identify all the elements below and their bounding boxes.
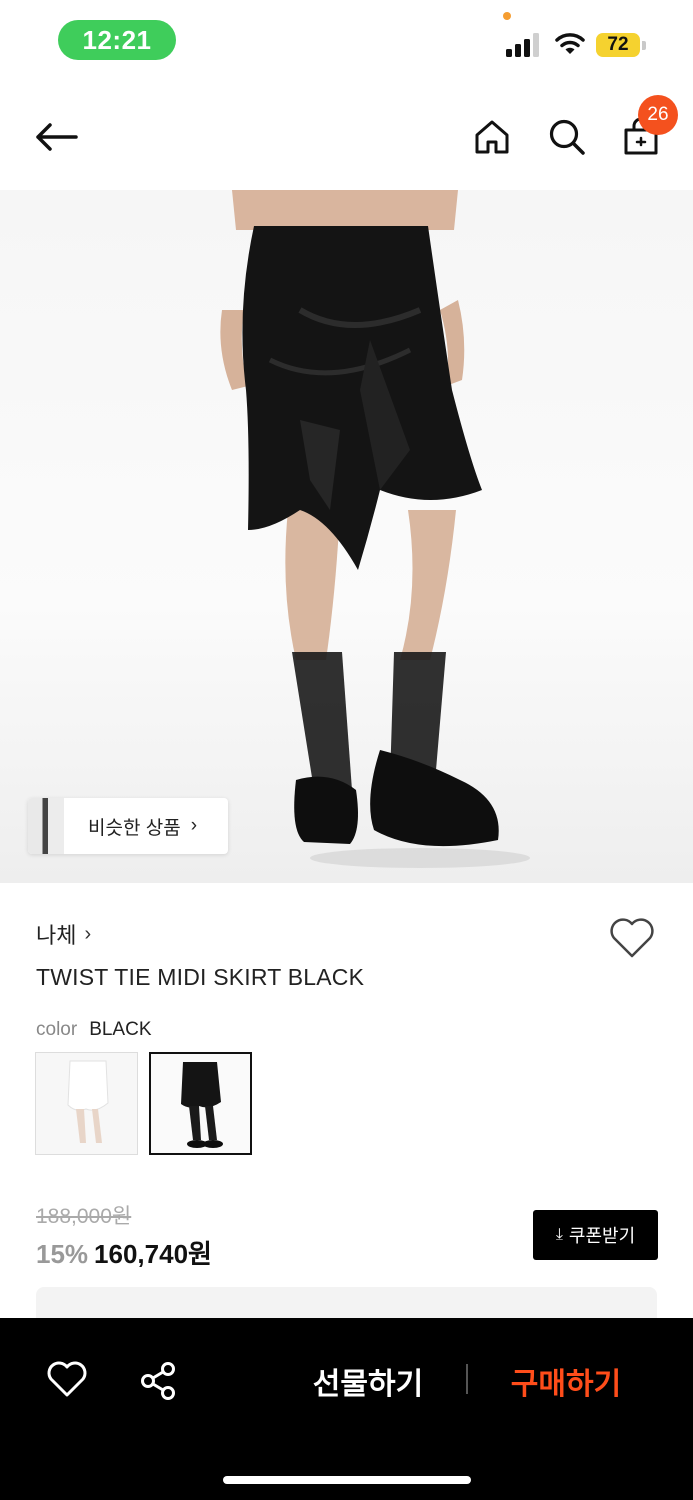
product-photo-skirt-model (220, 190, 530, 868)
chevron-right-icon: › (84, 922, 92, 945)
sale-price: 160,740원 (94, 1239, 212, 1269)
buy-button[interactable]: 구매하기 (496, 1356, 636, 1406)
color-swatch-black[interactable] (149, 1052, 252, 1155)
original-price: 188,000원 (36, 1205, 132, 1228)
discount-rate: 15% (36, 1239, 89, 1269)
brand-name: 나체 (36, 923, 77, 948)
color-value: BLACK (89, 1019, 152, 1040)
button-divider (466, 1364, 468, 1394)
home-button[interactable] (468, 113, 516, 161)
price-row: 15% 160,740원 (36, 1234, 212, 1271)
heart-icon (610, 918, 654, 958)
arrow-left-icon (36, 123, 78, 151)
brand-link[interactable]: 나체 › (36, 918, 91, 950)
status-time: 12:21 (58, 20, 176, 60)
similar-products-button[interactable]: 비슷한 상품 › (28, 798, 228, 854)
wishlist-button[interactable] (608, 916, 656, 964)
color-swatch-white[interactable] (35, 1052, 138, 1155)
wifi-icon (555, 33, 585, 54)
heart-icon (47, 1361, 87, 1397)
swatch-white-thumbnail (36, 1053, 137, 1154)
status-bar: 12:21 72 (0, 0, 693, 80)
cart-count-badge: 26 (638, 95, 678, 135)
top-navigation (0, 95, 693, 179)
search-button[interactable] (543, 113, 591, 161)
color-key: color (36, 1019, 78, 1040)
bottom-action-bar: 선물하기 구매하기 (0, 1318, 693, 1500)
swatch-black-thumbnail (151, 1054, 250, 1153)
battery-indicator: 72 (596, 31, 646, 59)
get-coupon-button[interactable]: ⤓ 쿠폰받기 (533, 1210, 658, 1260)
chevron-right-icon: › (190, 815, 198, 836)
search-icon (549, 119, 585, 155)
share-icon (141, 1362, 175, 1400)
back-button[interactable] (32, 113, 80, 161)
home-indicator[interactable] (223, 1476, 471, 1484)
privacy-indicator-dot (503, 12, 511, 20)
share-button[interactable] (138, 1360, 180, 1402)
download-icon: ⤓ (555, 1226, 563, 1243)
gift-button[interactable]: 선물하기 (300, 1356, 436, 1406)
battery-cap (642, 41, 646, 50)
home-icon (475, 120, 509, 154)
similar-products-label: 비슷한 상품 (88, 817, 181, 839)
similar-products-thumbnail (28, 798, 64, 854)
color-row: color BLACK (36, 1019, 152, 1041)
product-title: TWIST TIE MIDI SKIRT BLACK (36, 964, 365, 990)
coupon-label: 쿠폰받기 (568, 1226, 636, 1246)
cellular-signal-icon (506, 33, 539, 57)
bottom-wishlist-button[interactable] (46, 1360, 88, 1402)
product-image[interactable]: 비슷한 상품 › (0, 190, 693, 883)
battery-level: 72 (596, 33, 640, 57)
